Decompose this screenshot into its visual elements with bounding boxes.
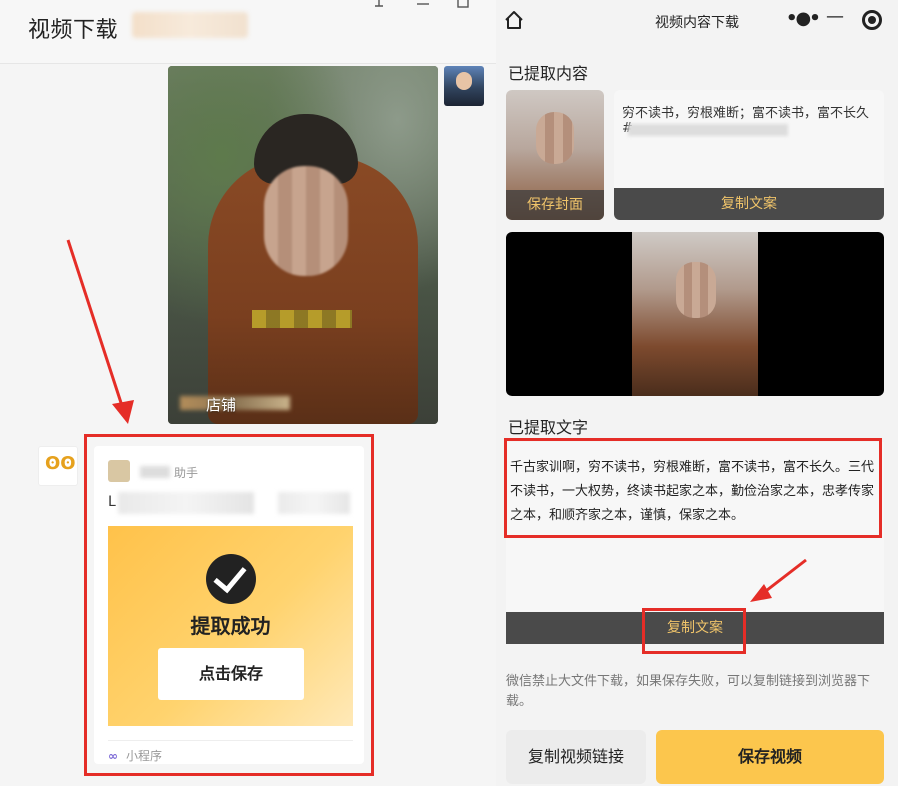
screenshot-stage: 视频下载 店铺 ʘʘ 助手 L 提取成功 点击保存 ∞ 小程序 视频内容下载 •… [0, 0, 898, 786]
annotation-arrow-right [750, 558, 807, 602]
